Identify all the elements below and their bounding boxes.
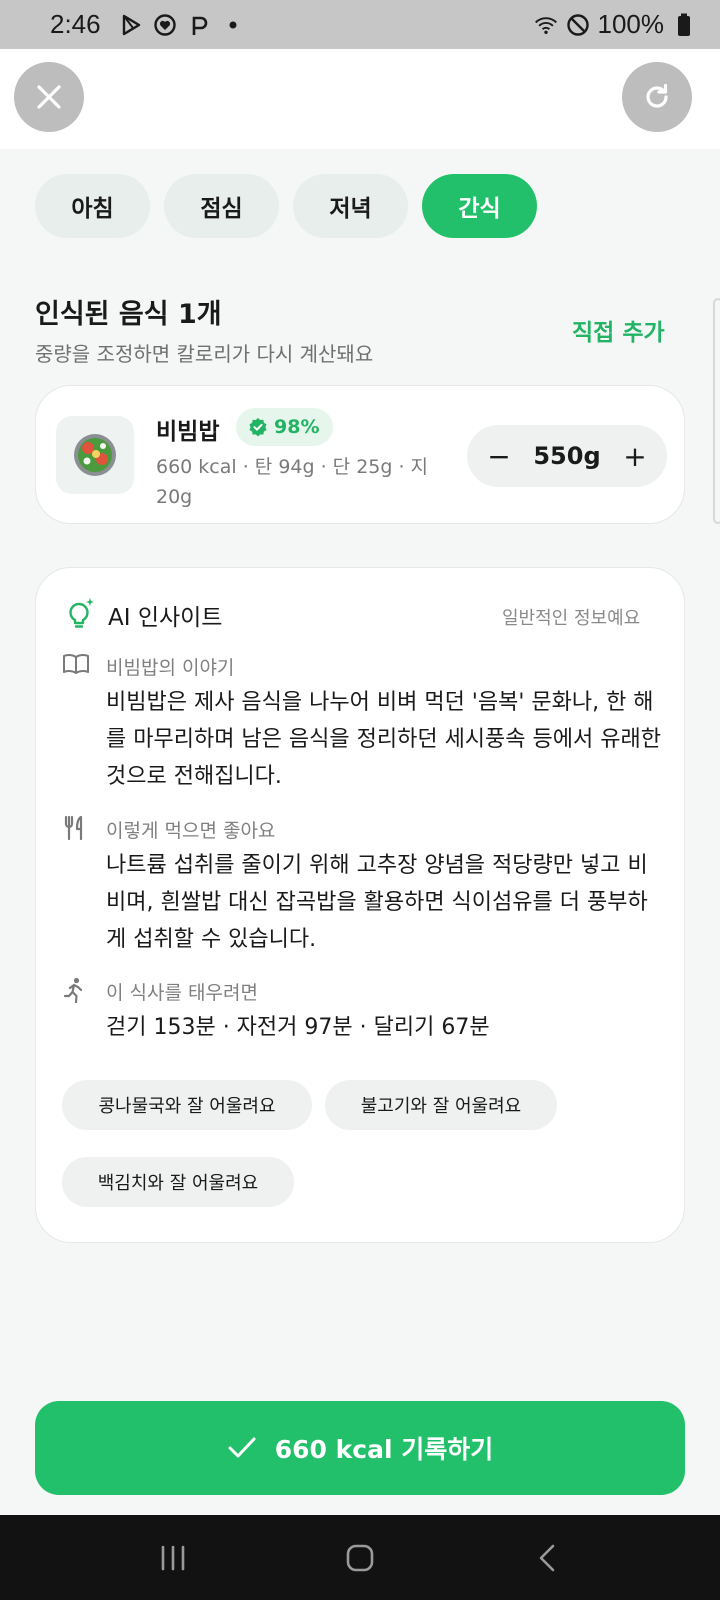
food-card[interactable]: 비빔밥 98% 660 kcal · 탄 94g · 단 25g · 지 20g… (35, 385, 685, 524)
bibimbap-bowl-icon (56, 416, 134, 494)
tab-breakfast[interactable]: 아침 (35, 174, 150, 238)
meal-tabs: 아침 점심 저녁 간식 (35, 174, 537, 238)
tip-label: 이렇게 먹으면 좋아요 (106, 820, 276, 842)
burn-body: 걷기 153분 · 자전거 97분 · 달리기 67분 (106, 1015, 490, 1040)
lightbulb-sparkle-icon (62, 596, 96, 634)
recognized-subtitle: 중량을 조정하면 칼로리가 다시 계산돼요 (35, 342, 374, 366)
pairing-chip[interactable]: 콩나물국와 잘 어울려요 (62, 1080, 312, 1130)
story-label: 비빔밥의 이야기 (106, 657, 235, 679)
weight-value: 550g (533, 442, 601, 470)
tab-lunch[interactable]: 점심 (164, 174, 279, 238)
home-icon (346, 1544, 374, 1571)
record-calories-button[interactable]: 660 kcal 기록하기 (35, 1401, 685, 1495)
tip-body: 나트륨 섭취를 줄이기 위해 고추장 양념을 적당량만 넣고 비비며, 흰쌀밥 … (106, 853, 648, 952)
status-bar: 2:46 100% (0, 0, 720, 49)
story-body: 비빔밥은 제사 음식을 나누어 비벼 먹던 '음복' 문화나, 한 해를 마무리… (106, 690, 661, 789)
play-store-icon (119, 13, 143, 37)
system-nav-bar (0, 1515, 720, 1600)
confidence-value: 98% (274, 416, 320, 438)
close-button[interactable] (14, 62, 84, 132)
decrease-weight-button[interactable]: − (485, 440, 513, 473)
do-not-disturb-icon (566, 13, 590, 37)
home-button[interactable] (330, 1528, 390, 1588)
open-book-icon (62, 652, 90, 680)
battery-icon (672, 13, 696, 37)
confidence-badge: 98% (236, 408, 334, 446)
recognized-title: 인식된 음식 1개 (35, 299, 222, 330)
fork-knife-icon (62, 815, 88, 845)
check-icon (228, 1437, 256, 1458)
record-button-label: 660 kcal 기록하기 (274, 1435, 494, 1464)
refresh-icon (646, 83, 668, 108)
insight-title: AI 인사이트 (108, 605, 223, 631)
recent-apps-icon (162, 1545, 185, 1570)
close-icon (37, 85, 61, 109)
recent-apps-button[interactable] (143, 1528, 203, 1588)
increase-weight-button[interactable]: + (621, 440, 649, 473)
wifi-icon (534, 13, 558, 37)
burn-label: 이 식사를 태우려면 (106, 982, 258, 1004)
pairing-chip[interactable]: 불고기와 잘 어울려요 (325, 1080, 557, 1130)
verified-check-icon (249, 418, 267, 437)
weight-stepper: − 550g + (467, 425, 667, 487)
battery-percent: 100% (597, 9, 665, 39)
back-icon (539, 1544, 554, 1571)
top-bar (0, 49, 720, 149)
back-button[interactable] (517, 1528, 577, 1588)
refresh-button[interactable] (622, 62, 692, 132)
tab-dinner[interactable]: 저녁 (293, 174, 408, 238)
food-name: 비빔밥 (156, 419, 220, 445)
pairing-chip[interactable]: 백김치와 잘 어울려요 (62, 1157, 294, 1207)
status-time: 2:46 (50, 9, 101, 39)
running-person-icon (62, 977, 86, 1007)
dot-icon (221, 13, 245, 37)
heart-shield-icon (153, 13, 177, 37)
ai-insight-card: AI 인사이트 일반적인 정보예요 비빔밥의 이야기 비빔밥은 제사 음식을 나… (35, 567, 685, 1243)
scroll-indicator (713, 298, 720, 524)
tab-snack[interactable]: 간식 (422, 174, 537, 238)
insight-note: 일반적인 정보예요 (502, 608, 641, 629)
add-manually-button[interactable]: 직접 추가 (572, 313, 665, 347)
p-app-icon (187, 13, 211, 37)
food-nutrition: 660 kcal · 탄 94g · 단 25g · 지 20g (156, 456, 429, 508)
